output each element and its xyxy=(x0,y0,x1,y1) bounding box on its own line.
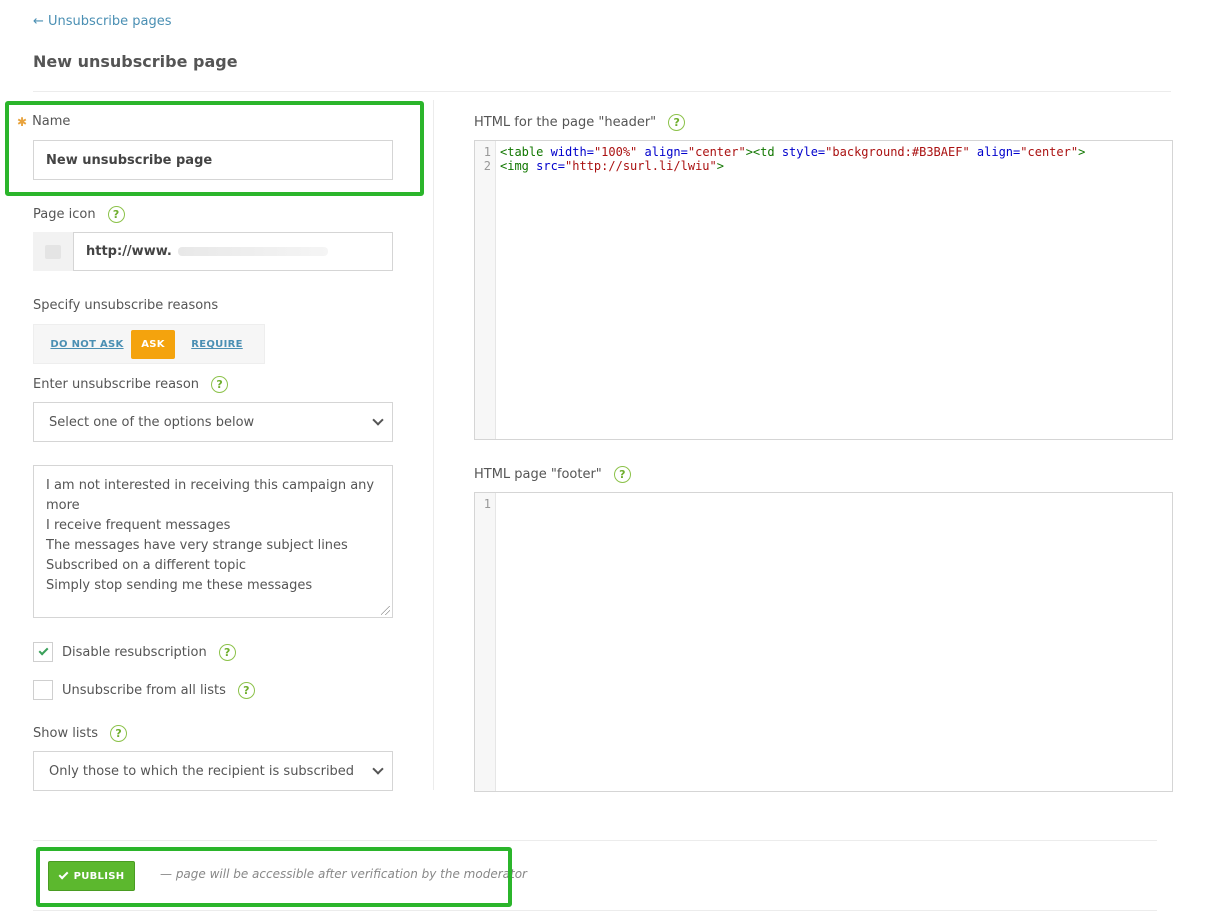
reason-line: I receive frequent messages xyxy=(46,518,231,533)
reason-line: The messages have very strange subject l… xyxy=(46,538,348,553)
chevron-down-icon xyxy=(372,413,384,426)
specify-reasons-label: Specify unsubscribe reasons xyxy=(33,298,219,313)
page-icon-preview xyxy=(33,232,73,271)
disable-resubscription-checkbox[interactable] xyxy=(33,642,53,662)
reasons-option-do-not-ask[interactable]: DO NOT ASK xyxy=(44,330,130,359)
checkmark-icon xyxy=(38,645,48,656)
reasons-mode-toggle: DO NOT ASK ASK REQUIRE xyxy=(33,324,265,364)
column-divider xyxy=(433,100,434,790)
chevron-down-icon xyxy=(372,762,384,775)
reason-line: Simply stop sending me these messages xyxy=(46,578,313,593)
reason-line: Subscribed on a different topic xyxy=(46,558,247,573)
footer-code-editor[interactable]: 1 xyxy=(474,492,1173,792)
back-to-unsubscribe-pages-link[interactable]: ← Unsubscribe pages xyxy=(33,14,172,29)
bottom-divider xyxy=(33,840,1157,841)
reasons-option-ask[interactable]: ASK xyxy=(131,330,175,359)
reason-select[interactable]: Select one of the options below xyxy=(33,402,393,442)
resize-handle-icon[interactable] xyxy=(381,606,390,615)
disable-resubscription-label: Disable resubscription ? xyxy=(62,644,236,661)
help-icon[interactable]: ? xyxy=(107,206,125,223)
header-editor-label: HTML for the page "header" ? xyxy=(474,114,686,131)
bottom-divider xyxy=(33,910,1157,911)
image-placeholder-icon xyxy=(45,244,61,259)
publish-highlight-frame xyxy=(36,847,512,907)
reasons-option-require[interactable]: REQUIRE xyxy=(189,330,245,359)
reason-line: I am not interested in receiving this ca… xyxy=(46,478,375,513)
line-number-gutter: 1 xyxy=(475,493,496,791)
page-icon-label: Page icon ? xyxy=(33,206,125,223)
show-lists-select[interactable]: Only those to which the recipient is sub… xyxy=(33,751,393,791)
help-icon[interactable]: ? xyxy=(613,466,631,483)
help-icon[interactable]: ? xyxy=(110,725,128,742)
code-line: <table width="100%" align="center"><td s… xyxy=(500,145,1086,159)
code-line: <img src="http://surl.li/lwiu"> xyxy=(500,159,724,173)
title-divider xyxy=(33,91,1171,92)
page-title: New unsubscribe page xyxy=(33,52,238,71)
line-number: 1 xyxy=(483,497,491,511)
unsubscribe-all-lists-checkbox[interactable] xyxy=(33,680,53,700)
enter-reason-label: Enter unsubscribe reason ? xyxy=(33,376,229,393)
line-number: 1 xyxy=(483,145,491,159)
unsubscribe-all-lists-label: Unsubscribe from all lists ? xyxy=(62,682,255,699)
help-icon[interactable]: ? xyxy=(668,114,686,131)
header-code-editor[interactable]: 1 2 <table width="100%" align="center"><… xyxy=(474,140,1173,440)
page-icon-url-input[interactable]: http://www. xyxy=(73,232,393,271)
show-lists-label: Show lists ? xyxy=(33,725,128,742)
footer-editor-label: HTML page "footer" ? xyxy=(474,466,631,483)
name-highlight-frame xyxy=(5,101,424,196)
help-icon[interactable]: ? xyxy=(237,682,255,699)
line-number: 2 xyxy=(483,159,491,173)
line-number-gutter: 1 2 xyxy=(475,141,496,439)
blurred-url-text xyxy=(177,247,328,256)
help-icon[interactable]: ? xyxy=(218,644,236,661)
reasons-textarea[interactable]: I am not interested in receiving this ca… xyxy=(33,465,393,618)
help-icon[interactable]: ? xyxy=(211,376,229,393)
